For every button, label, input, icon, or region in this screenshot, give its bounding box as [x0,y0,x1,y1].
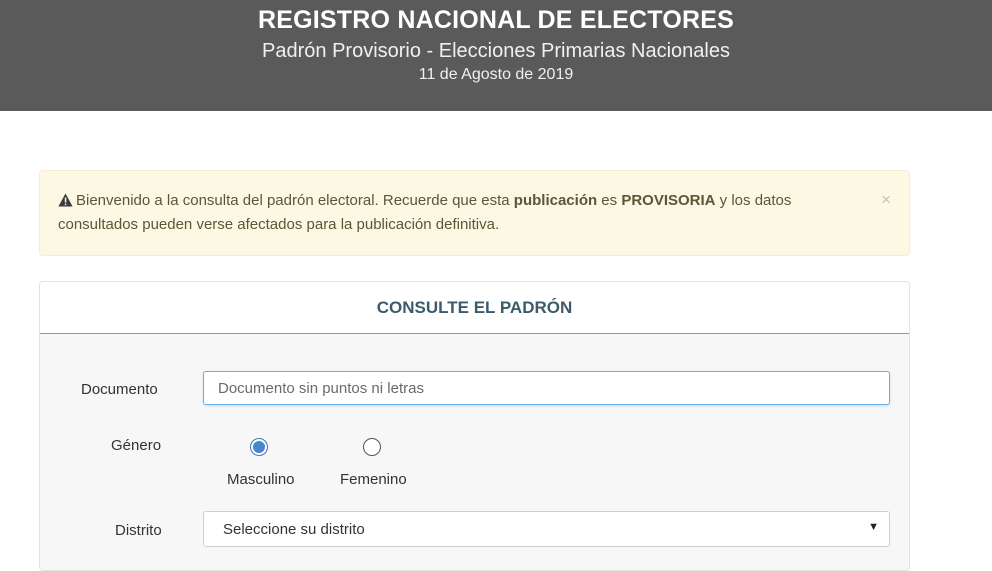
genero-label: Género [111,437,162,454]
election-date: 11 de Agosto de 2019 [418,66,574,83]
distrito-selected-value: Seleccione su distrito [223,521,365,538]
alert-message: Bienvenido a la consulta del padrón elec… [58,190,848,236]
radio-femenino[interactable] [363,438,381,456]
page-title: REGISTRO NACIONAL DE ELECTORES [258,6,734,34]
provisional-alert: Bienvenido a la consulta del padrón elec… [39,170,910,256]
alert-bold-publicacion: publicación [513,192,598,209]
panel-title: CONSULTE EL PADRÓN [40,282,909,334]
documento-label: Documento [81,381,158,398]
femenino-label[interactable]: Femenino [340,471,407,488]
distrito-label: Distrito [115,522,162,539]
distrito-select[interactable]: Seleccione su distrito ▼ [203,511,890,547]
documento-input[interactable] [203,371,890,405]
consulta-form: Documento Género Masculino Femenino Dist… [40,334,909,570]
caret-down-icon: ▼ [868,521,879,533]
consulta-panel: CONSULTE EL PADRÓN Documento Género Masc… [39,281,910,571]
alert-bold-provisoria: PROVISORIA [621,192,716,209]
alert-text-2: es [597,192,622,209]
page-header: REGISTRO NACIONAL DE ELECTORES Padrón Pr… [0,0,992,111]
close-alert-button[interactable]: × [881,190,891,210]
radio-masculino[interactable] [250,438,268,456]
alert-text-1: Bienvenido a la consulta del padrón elec… [76,192,514,209]
page-subtitle: Padrón Provisorio - Elecciones Primarias… [262,40,730,62]
warning-icon [58,192,73,214]
masculino-label[interactable]: Masculino [227,471,295,488]
